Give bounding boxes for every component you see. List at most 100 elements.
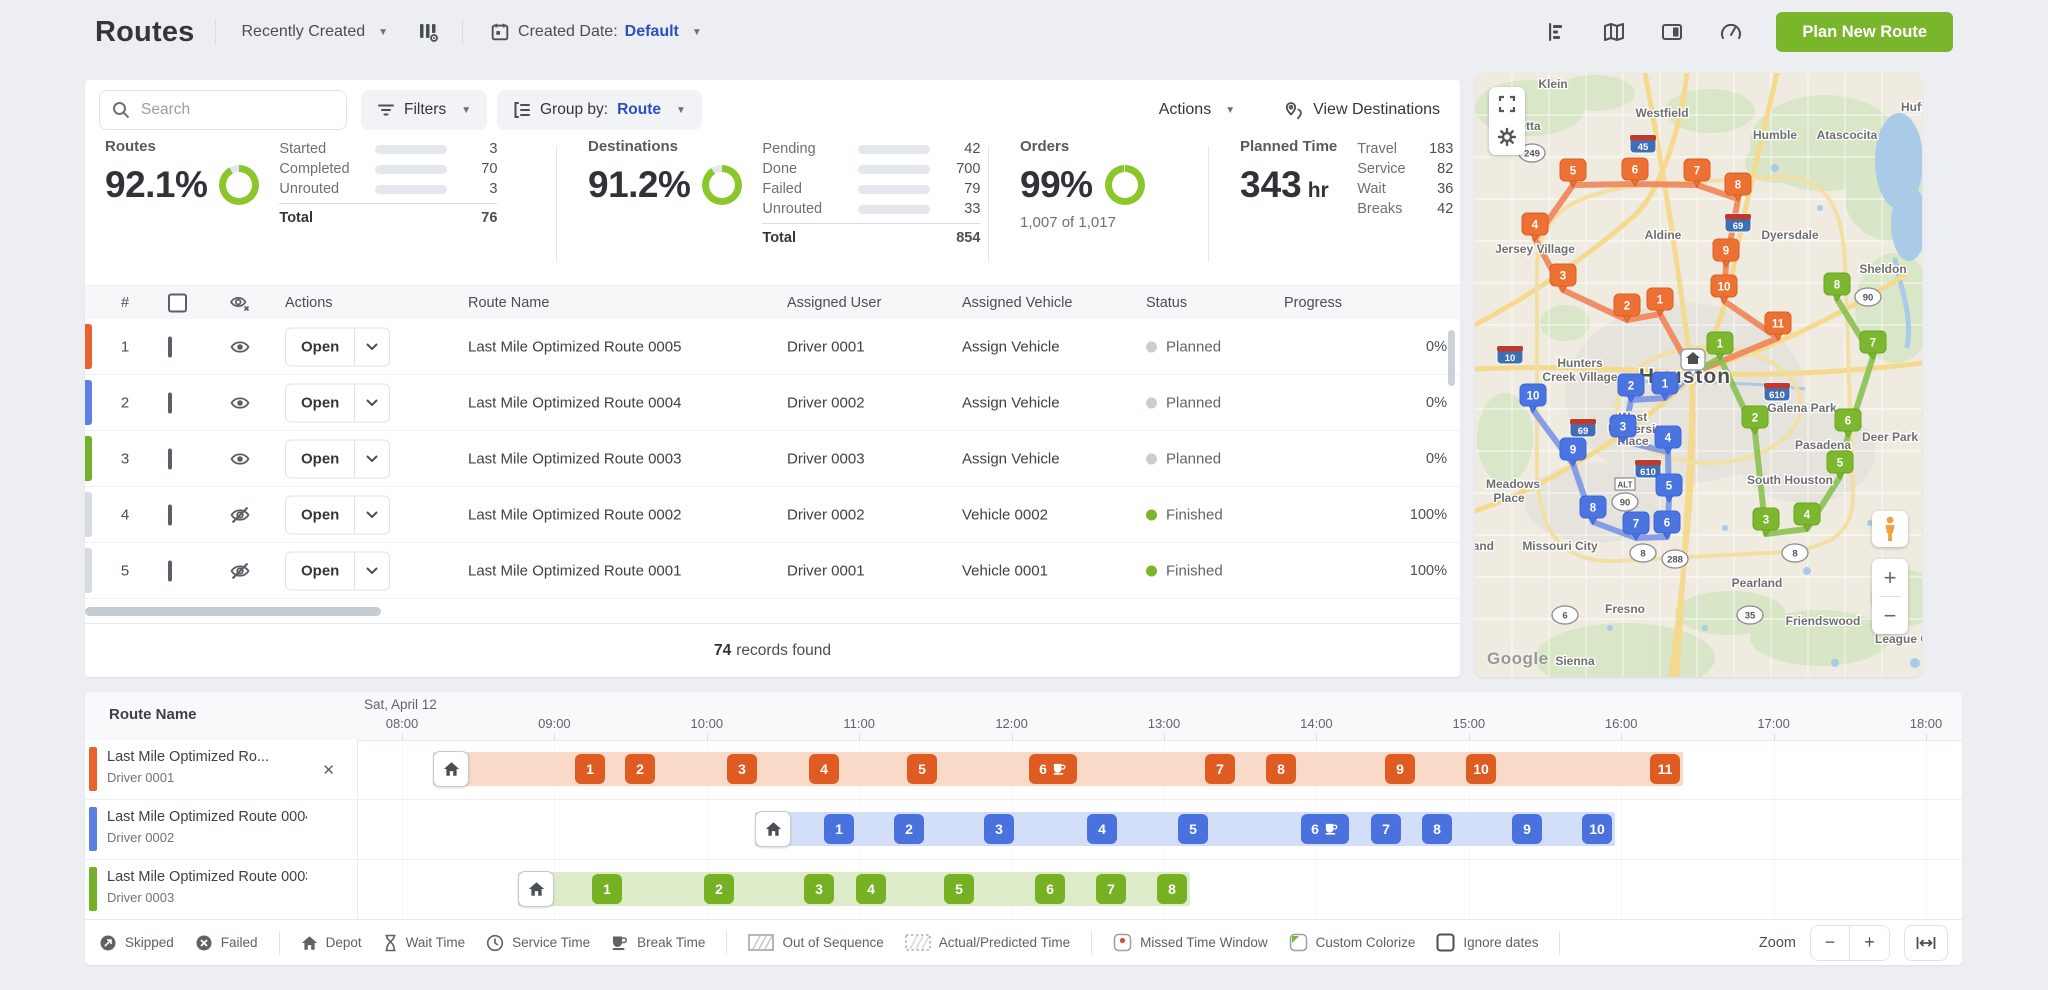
gantt-zoom-in-button[interactable]: +: [1850, 926, 1889, 960]
panel-view-button[interactable]: [1658, 18, 1686, 46]
checkbox[interactable]: [168, 560, 172, 581]
table-row[interactable]: 2OpenLast Mile Optimized Route 0004Drive…: [85, 375, 1460, 431]
gantt-stop-5[interactable]: 5: [1178, 814, 1208, 844]
open-button[interactable]: Open: [285, 495, 390, 534]
map-zoom-in-button[interactable]: +: [1872, 559, 1908, 596]
filters-button[interactable]: Filters ▼: [361, 90, 487, 130]
gantt-stop-2[interactable]: 2: [704, 874, 734, 904]
checkbox[interactable]: [168, 448, 172, 469]
checkbox-icon[interactable]: [1436, 933, 1455, 952]
gantt-stop-10[interactable]: 10: [1582, 814, 1612, 844]
gantt-stop-9[interactable]: 9: [1512, 814, 1542, 844]
open-button-label[interactable]: Open: [286, 506, 354, 523]
gantt-stop-1[interactable]: 1: [592, 874, 622, 904]
gantt-stop-8[interactable]: 8: [1157, 874, 1187, 904]
open-button[interactable]: Open: [285, 551, 390, 590]
search-box[interactable]: [99, 90, 347, 130]
gantt-stop-7[interactable]: 7: [1205, 754, 1235, 784]
open-button-label[interactable]: Open: [286, 338, 354, 355]
open-dropdown-toggle[interactable]: [354, 496, 389, 533]
row-checkbox[interactable]: [168, 506, 172, 523]
toggle-all-visibility-icon[interactable]: [229, 294, 251, 312]
checkbox[interactable]: [168, 392, 172, 413]
assign-vehicle-link[interactable]: Assign Vehicle: [962, 338, 1060, 355]
legend-ignore-dates[interactable]: Ignore dates: [1436, 933, 1538, 952]
gantt-stop-3[interactable]: 3: [984, 814, 1014, 844]
gantt-stop-3[interactable]: 3: [727, 754, 757, 784]
gantt-stop-5[interactable]: 5: [944, 874, 974, 904]
open-button[interactable]: Open: [285, 383, 390, 422]
actions-dropdown[interactable]: Actions ▼: [1153, 100, 1241, 120]
gantt-row-header[interactable]: Last Mile Optimized Route 0004Driver 000…: [85, 800, 358, 859]
row-checkbox[interactable]: [168, 394, 172, 411]
table-row[interactable]: 1OpenLast Mile Optimized Route 0005Drive…: [85, 319, 1460, 375]
row-checkbox[interactable]: [168, 338, 172, 355]
gantt-stop-8[interactable]: 8: [1422, 814, 1452, 844]
map-zoom-out-button[interactable]: −: [1872, 597, 1908, 634]
visibility-on-icon[interactable]: [229, 338, 251, 355]
visibility-off-icon[interactable]: [229, 506, 251, 523]
open-button-label[interactable]: Open: [286, 450, 354, 467]
fullscreen-button[interactable]: [1496, 93, 1518, 115]
plan-new-route-button[interactable]: Plan New Route: [1776, 12, 1953, 52]
gantt-stop-1[interactable]: 1: [575, 754, 605, 784]
dashboard-button[interactable]: [1716, 18, 1746, 46]
gantt-stop-2[interactable]: 2: [894, 814, 924, 844]
gantt-stop-7[interactable]: 7: [1096, 874, 1126, 904]
gantt-row-header[interactable]: Last Mile Optimized Ro...Driver 0001✕: [85, 740, 358, 799]
gantt-stop-1[interactable]: 1: [824, 814, 854, 844]
open-dropdown-toggle[interactable]: [354, 384, 389, 421]
gantt-stop-5[interactable]: 5: [907, 754, 937, 784]
pegman-control[interactable]: [1872, 511, 1908, 547]
search-input[interactable]: [139, 100, 334, 120]
table-row[interactable]: 5OpenLast Mile Optimized Route 0001Drive…: [85, 543, 1460, 599]
table-row[interactable]: 3OpenLast Mile Optimized Route 0003Drive…: [85, 431, 1460, 487]
gantt-depot-marker[interactable]: [518, 871, 554, 907]
gantt-stop-11[interactable]: 11: [1650, 754, 1680, 784]
gantt-depot-marker[interactable]: [755, 811, 791, 847]
checkbox[interactable]: [168, 504, 172, 525]
gantt-row-header[interactable]: Last Mile Optimized Route 0003Driver 000…: [85, 860, 358, 919]
visibility-on-icon[interactable]: [229, 450, 251, 467]
open-button[interactable]: Open: [285, 327, 390, 366]
columns-settings-button[interactable]: [414, 18, 442, 46]
close-route-button[interactable]: ✕: [316, 760, 341, 780]
sort-dropdown[interactable]: Recently Created ▼: [236, 22, 395, 42]
created-date-dropdown[interactable]: Created Date: Default ▼: [483, 20, 708, 44]
map-settings-button[interactable]: [1495, 125, 1519, 149]
horizontal-scrollbar[interactable]: [85, 607, 381, 616]
map-panel[interactable]: KleinWestfieldHumbleAtascocitaHuffLouett…: [1475, 73, 1922, 677]
gantt-zoom-out-button[interactable]: −: [1811, 926, 1850, 960]
open-dropdown-toggle[interactable]: [354, 328, 389, 365]
table-row[interactable]: 4OpenLast Mile Optimized Route 0002Drive…: [85, 487, 1460, 543]
route-name-cell[interactable]: Last Mile Optimized Route 0004: [468, 394, 681, 411]
gantt-stop-7[interactable]: 7: [1371, 814, 1401, 844]
gantt-stop-4[interactable]: 4: [856, 874, 886, 904]
gantt-stop-4[interactable]: 4: [1087, 814, 1117, 844]
row-checkbox[interactable]: [168, 562, 172, 579]
gantt-stop-4[interactable]: 4: [809, 754, 839, 784]
route-name-cell[interactable]: Last Mile Optimized Route 0003: [468, 450, 681, 467]
map-view-button[interactable]: [1600, 18, 1628, 46]
gantt-depot-marker[interactable]: [433, 751, 469, 787]
open-button-label[interactable]: Open: [286, 394, 354, 411]
gantt-stop-10[interactable]: 10: [1466, 754, 1496, 784]
group-by-button[interactable]: Group by: Route ▼: [497, 90, 702, 130]
checkbox[interactable]: [168, 336, 172, 357]
gantt-stop-3[interactable]: 3: [804, 874, 834, 904]
route-name-cell[interactable]: Last Mile Optimized Route 0001: [468, 562, 681, 579]
row-checkbox[interactable]: [168, 450, 172, 467]
gantt-stop-6[interactable]: 6: [1029, 754, 1077, 784]
assign-vehicle-link[interactable]: Assign Vehicle: [962, 450, 1060, 467]
assign-vehicle-link[interactable]: Assign Vehicle: [962, 394, 1060, 411]
route-name-cell[interactable]: Last Mile Optimized Route 0005: [468, 338, 681, 355]
gantt-stop-8[interactable]: 8: [1266, 754, 1296, 784]
visibility-off-icon[interactable]: [229, 562, 251, 579]
gantt-stop-6[interactable]: 6: [1035, 874, 1065, 904]
gantt-stop-6[interactable]: 6: [1301, 814, 1349, 844]
gantt-fit-width-button[interactable]: [1904, 925, 1948, 961]
visibility-on-icon[interactable]: [229, 394, 251, 411]
map-canvas[interactable]: KleinWestfieldHumbleAtascocitaHuffLouett…: [1475, 73, 1922, 677]
gantt-stop-9[interactable]: 9: [1385, 754, 1415, 784]
timeline-view-button[interactable]: [1542, 18, 1570, 46]
